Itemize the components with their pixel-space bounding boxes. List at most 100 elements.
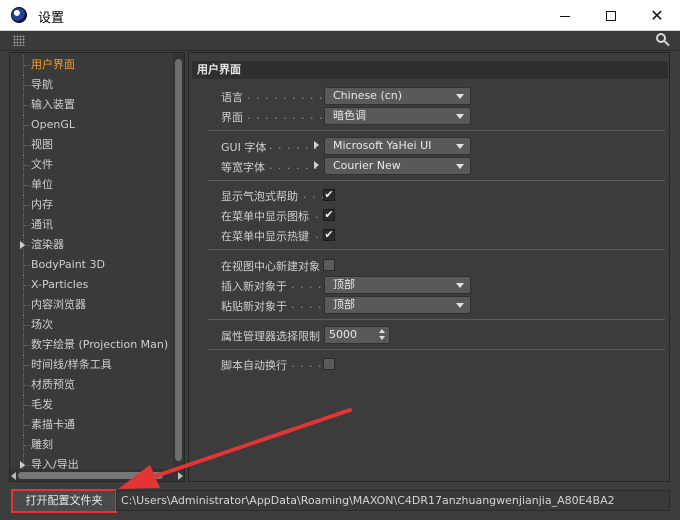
expand-arrow-icon[interactable] bbox=[20, 241, 25, 249]
expand-arrow-icon[interactable] bbox=[20, 461, 25, 469]
sidebar-item-label: BodyPaint 3D bbox=[31, 258, 105, 271]
sidebar-item-label: 通讯 bbox=[31, 218, 53, 231]
spinner-arrows-icon[interactable] bbox=[379, 329, 385, 341]
tree-vertical-scrollbar[interactable] bbox=[173, 53, 184, 468]
open-config-folder-button[interactable]: 打开配置文件夹 bbox=[11, 489, 117, 513]
insert-new-object-value: 顶部 bbox=[333, 278, 355, 291]
sidebar-item[interactable]: 数字绘景 (Projection Man) bbox=[10, 335, 172, 355]
mono-font-select[interactable]: Courier New bbox=[324, 157, 471, 175]
chevron-down-icon bbox=[456, 283, 464, 288]
expand-arrow-icon[interactable] bbox=[314, 161, 319, 169]
preferences-toolbar bbox=[0, 31, 680, 51]
interface-theme-select[interactable]: 暗色调 bbox=[324, 107, 471, 125]
sidebar-item[interactable]: 雕刻 bbox=[10, 435, 172, 455]
sidebar-item[interactable]: BodyPaint 3D bbox=[10, 255, 172, 275]
minimize-button[interactable] bbox=[542, 0, 588, 31]
section-title: 用户界面 bbox=[192, 61, 668, 79]
divider bbox=[208, 130, 665, 131]
scroll-right-icon[interactable] bbox=[178, 472, 183, 480]
attr-manager-limit-row: 属性管理器选择限制 5000 bbox=[189, 325, 669, 345]
sidebar-item[interactable]: 渲染器 bbox=[10, 235, 172, 255]
new-object-center-row: 在视图中心新建对象 bbox=[189, 255, 669, 275]
sidebar-item[interactable]: 用户界面 bbox=[10, 55, 172, 75]
new-object-center-checkbox[interactable] bbox=[323, 259, 335, 271]
mono-font-value: Courier New bbox=[333, 159, 401, 172]
sidebar-item-label: 材质预览 bbox=[31, 378, 75, 391]
spinner-down-icon[interactable] bbox=[379, 336, 385, 340]
gui-font-select[interactable]: Microsoft YaHei UI bbox=[324, 137, 471, 155]
language-label: 语言 bbox=[221, 91, 243, 104]
show-tooltips-checkbox[interactable]: ✔ bbox=[323, 189, 335, 201]
insert-new-object-select[interactable]: 顶部 bbox=[324, 276, 471, 294]
search-icon[interactable] bbox=[656, 33, 670, 48]
minimize-icon bbox=[560, 16, 570, 17]
grip-icon[interactable] bbox=[13, 35, 25, 46]
paste-new-object-label: 粘贴新对象于 bbox=[221, 300, 287, 313]
sidebar-item-label: 数字绘景 (Projection Man) bbox=[31, 338, 169, 351]
spinner-up-icon[interactable] bbox=[379, 329, 385, 333]
window-title: 设置 bbox=[38, 11, 65, 26]
attr-manager-limit-label: 属性管理器选择限制 bbox=[221, 330, 320, 343]
user-interface-settings-panel: 用户界面 语言 . . . . . . . . . . . . Chinese … bbox=[188, 52, 670, 482]
chevron-down-icon bbox=[456, 164, 464, 169]
interface-label: 界面 bbox=[221, 111, 243, 124]
sidebar-item-label: 内存 bbox=[31, 198, 53, 211]
script-autowrap-checkbox[interactable] bbox=[323, 358, 335, 370]
close-button[interactable]: ✕ bbox=[634, 0, 680, 31]
sidebar-item[interactable]: 内存 bbox=[10, 195, 172, 215]
menu-icons-checkbox[interactable]: ✔ bbox=[323, 209, 335, 221]
cinema4d-logo-icon bbox=[11, 7, 27, 23]
language-select[interactable]: Chinese (cn) bbox=[324, 87, 471, 105]
maximize-button[interactable] bbox=[588, 0, 634, 31]
sidebar-item-label: 场次 bbox=[31, 318, 53, 331]
show-tooltips-row: 显示气泡式帮助 . . . ✔ bbox=[189, 185, 669, 205]
tree-horizontal-scrollbar[interactable] bbox=[10, 469, 184, 481]
divider bbox=[208, 349, 665, 350]
paste-new-object-select[interactable]: 顶部 bbox=[324, 296, 471, 314]
footer-bar: 打开配置文件夹 C:\Users\Administrator\AppData\R… bbox=[0, 484, 680, 520]
menu-hotkeys-checkbox[interactable]: ✔ bbox=[323, 229, 335, 241]
gui-font-value: Microsoft YaHei UI bbox=[333, 139, 432, 152]
interface-value: 暗色调 bbox=[333, 109, 366, 122]
language-row: 语言 . . . . . . . . . . . . Chinese (cn) bbox=[189, 86, 669, 106]
sidebar-item[interactable]: 文件 bbox=[10, 155, 172, 175]
sidebar-item-label: 雕刻 bbox=[31, 438, 53, 451]
sidebar-item-label: 渲染器 bbox=[31, 238, 64, 251]
mono-font-label: 等宽字体 bbox=[221, 161, 265, 174]
scroll-left-icon[interactable] bbox=[11, 472, 16, 480]
sidebar-item[interactable]: 内容浏览器 bbox=[10, 295, 172, 315]
tree-vertical-scroll-thumb[interactable] bbox=[175, 59, 182, 461]
divider bbox=[208, 319, 665, 320]
sidebar-item[interactable]: 场次 bbox=[10, 315, 172, 335]
divider bbox=[208, 180, 665, 181]
sidebar-item[interactable]: 导航 bbox=[10, 75, 172, 95]
sidebar-item[interactable]: 单位 bbox=[10, 175, 172, 195]
search-icon-handle bbox=[664, 40, 670, 47]
sidebar-item[interactable]: 通讯 bbox=[10, 215, 172, 235]
sidebar-item[interactable]: 材质预览 bbox=[10, 375, 172, 395]
sidebar-item-label: 用户界面 bbox=[31, 58, 75, 71]
menu-hotkeys-row: 在菜单中显示热键 . ✔ bbox=[189, 225, 669, 245]
sidebar-item-label: 内容浏览器 bbox=[31, 298, 86, 311]
sidebar-item[interactable]: 时间线/样条工具 bbox=[10, 355, 172, 375]
attr-manager-limit-input[interactable]: 5000 bbox=[324, 326, 390, 344]
sidebar-item-label: 导航 bbox=[31, 78, 53, 91]
sidebar-item-label: 单位 bbox=[31, 178, 53, 191]
attr-manager-limit-value: 5000 bbox=[329, 328, 357, 341]
tree-horizontal-scroll-thumb[interactable] bbox=[18, 472, 163, 479]
sidebar-item[interactable]: 输入装置 bbox=[10, 95, 172, 115]
sidebar-item[interactable]: 素描卡通 bbox=[10, 415, 172, 435]
sidebar-item[interactable]: 毛发 bbox=[10, 395, 172, 415]
expand-arrow-icon[interactable] bbox=[314, 141, 319, 149]
language-value: Chinese (cn) bbox=[333, 89, 403, 102]
divider bbox=[208, 249, 665, 250]
sidebar-item-label: 素描卡通 bbox=[31, 418, 75, 431]
sidebar-item[interactable]: OpenGL bbox=[10, 115, 172, 135]
menu-icons-row: 在菜单中显示图标 . ✔ bbox=[189, 205, 669, 225]
sidebar-item-label: 视图 bbox=[31, 138, 53, 151]
sidebar-item[interactable]: 视图 bbox=[10, 135, 172, 155]
script-autowrap-row: 脚本自动换行 . . . . . bbox=[189, 354, 669, 374]
config-folder-path: C:\Users\Administrator\AppData\Roaming\M… bbox=[116, 490, 670, 511]
sidebar-item[interactable]: X-Particles bbox=[10, 275, 172, 295]
show-tooltips-label: 显示气泡式帮助 bbox=[221, 190, 298, 203]
